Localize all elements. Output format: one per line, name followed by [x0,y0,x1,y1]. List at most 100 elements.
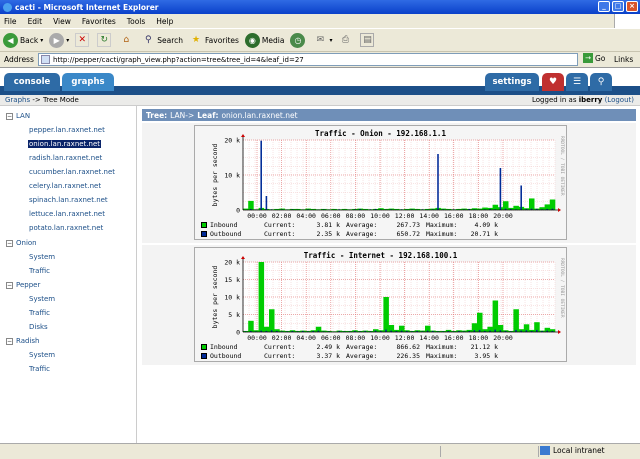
inbound-area-bar [477,312,483,332]
tab-graphs[interactable]: graphs [62,73,114,91]
graph-row: 0 10 k 20 k 00:00 02:00 04:00 06:00 08:00 10:00 1… [142,123,636,243]
close-button[interactable]: × [626,1,638,12]
tab-settings[interactable]: settings [485,73,539,91]
breadcrumb-graphs-link[interactable]: Graphs [5,96,30,104]
menu-edit[interactable]: Edit [28,17,43,26]
legend-row-inbound: Inbound Current: 3.81 k Average: 267.73 Maxim… [201,221,504,229]
x-tick-label: 20:00 [493,334,513,342]
tree-leaf-spinach[interactable]: spinach.lan.raxnet.net [29,196,108,204]
tree-node-label: Pepper [16,281,41,289]
security-zone: Local intranet [540,446,605,455]
maximize-button[interactable]: □ [612,1,624,12]
edit-button[interactable]: ▤ [360,33,376,47]
forward-arrow-icon: ▶ [49,32,65,48]
address-label: Address [4,55,34,64]
history-button[interactable]: ◷ [290,32,307,48]
tree-leaf-celery[interactable]: celery.lan.raxnet.net [29,182,101,190]
tree-leaf-pepper-disks[interactable]: Disks [29,323,48,331]
tree-leaf-pepper-system[interactable]: System [29,295,55,303]
x-tick-label: 20:00 [493,212,513,220]
minimize-button[interactable]: _ [598,1,610,12]
inbound-area-bar [383,297,389,332]
tab-console[interactable]: console [4,73,60,91]
tree-leaf-radish-system[interactable]: System [29,351,55,359]
back-button[interactable]: ◀ Back ▾ [3,32,43,48]
tree-node-onion[interactable]: − Onion [6,239,37,247]
windows-logo-icon [614,14,640,28]
list-view-button[interactable]: ☰ [566,73,588,91]
menu-help[interactable]: Help [156,17,173,26]
legend-current-value: 2.49 k [316,343,340,351]
tree-view-button[interactable]: ♥ [542,73,564,91]
preview-view-button[interactable]: ⚲ [590,73,612,91]
traffic-graph-onion[interactable]: 0 10 k 20 k 00:00 02:00 04:00 06:00 08:00 10:00 1… [194,125,567,240]
outbound-line-segment [499,168,502,210]
logged-in-label: Logged in as [532,96,579,104]
favorites-label: Favorites [205,35,239,45]
media-label: Media [261,35,285,45]
tree-leaf-onion[interactable]: onion.lan.raxnet.net [28,140,102,148]
go-label: Go [595,53,606,63]
media-button[interactable]: ◉ Media [244,32,285,48]
tree-label: Tree: [146,110,168,120]
x-tick-label: 18:00 [469,212,489,220]
tree-leaf-onion-traffic[interactable]: Traffic [29,267,50,275]
links-button[interactable]: Links [614,55,633,64]
tree-leaf-pepper[interactable]: pepper.lan.raxnet.net [29,126,105,134]
inbound-area-bar [258,262,265,332]
tree-leaf-label: lettuce.lan.raxnet.net [29,210,105,218]
logout-link[interactable]: (Logout) [605,96,634,104]
legend-average-label: Average: [346,343,378,351]
search-button[interactable]: ⚲ Search [141,33,183,47]
inbound-area-bar [549,199,556,210]
menu-tools[interactable]: Tools [127,17,145,26]
status-bar: Local intranet [0,443,640,459]
address-input[interactable]: http://pepper/cacti/graph_view.php?actio… [38,53,578,66]
favorites-button[interactable]: ★ Favorites [189,33,239,47]
menu-file[interactable]: File [4,17,17,26]
tree-leaf-label: Traffic [29,309,51,317]
stop-button[interactable]: ✕ [75,33,91,47]
mail-button[interactable]: ✉ ▾ [313,33,333,47]
legend-name: Inbound [210,221,238,229]
tree-node-radish[interactable]: − Radish [6,337,39,345]
legend-swatch [201,222,207,228]
legend-current-label: Current: [264,352,296,360]
status-divider [538,446,539,457]
toolbar: ◀ Back ▾ ▶ ▾ ✕ ↻ ⌂ ⚲ Search ★ Favorites … [0,28,640,52]
home-icon: ⌂ [123,35,130,45]
tree-leaf-potato[interactable]: potato.lan.raxnet.net [29,224,103,232]
menu-bar: File Edit View Favorites Tools Help [0,14,640,28]
forward-button[interactable]: ▶ ▾ [49,32,69,48]
tree-node-lan[interactable]: − LAN [6,112,30,120]
tree-leaf-onion-system[interactable]: System [29,253,55,261]
menu-view[interactable]: View [53,17,71,26]
tree-leaf-pepper-traffic[interactable]: Traffic [29,309,50,317]
traffic-graph-internet[interactable]: 05 k 10 k 15 k 20 k 00:00 02:00 04:00 06:00 08:0… [194,247,567,362]
legend-average-value: 267.73 [396,221,420,229]
legend-current-label: Current: [264,230,296,238]
legend-name: Inbound [210,343,238,351]
tree-leaf-label: spinach.lan.raxnet.net [29,196,108,204]
rrdtool-tag: RRDTOOL / TOBI OETIKER [559,136,564,196]
tree-leaf-label: celery.lan.raxnet.net [29,182,102,190]
tree-node-label: Onion [16,239,37,247]
tree-leaf-radish[interactable]: radish.lan.raxnet.net [29,154,102,162]
home-button[interactable]: ⌂ [119,33,135,47]
print-button[interactable]: ⎙ [338,33,354,47]
inbound-area-bar [492,204,499,210]
outbound-line-segment [520,185,522,210]
tree-leaf-label-selected: onion.lan.raxnet.net [28,140,102,148]
breadcrumb-separator: -> [30,96,43,104]
menu-favorites[interactable]: Favorites [82,17,116,26]
go-button[interactable]: → Go [583,53,605,63]
tree-leaf-cucumber[interactable]: cucumber.lan.raxnet.net [29,168,115,176]
refresh-button[interactable]: ↻ [97,33,113,47]
x-tick-label: 00:00 [247,212,267,220]
tree-leaf-radish-traffic[interactable]: Traffic [29,365,50,373]
x-axis-arrow-icon [558,208,561,212]
tree-leaf-label: Traffic [29,267,51,275]
status-divider [440,446,441,457]
tree-leaf-lettuce[interactable]: lettuce.lan.raxnet.net [29,210,105,218]
tree-node-pepper[interactable]: − Pepper [6,281,40,289]
